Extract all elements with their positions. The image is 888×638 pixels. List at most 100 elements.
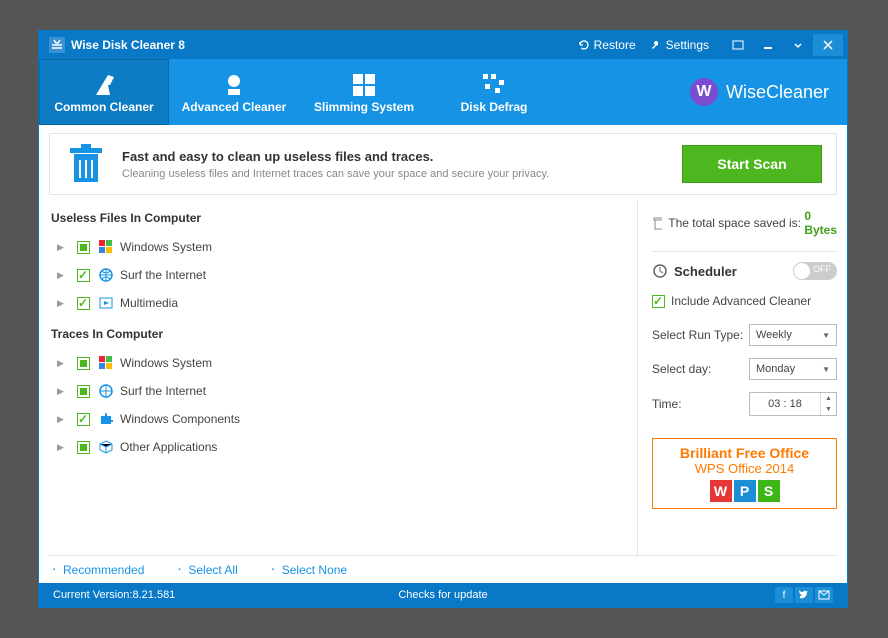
expand-toggle[interactable]: ▶ <box>57 270 67 281</box>
checkbox[interactable] <box>77 385 90 398</box>
checkbox[interactable] <box>77 441 90 454</box>
tab-label: Disk Defrag <box>461 100 528 114</box>
select-all-link[interactable]: Select All <box>188 563 237 577</box>
twitter-button[interactable] <box>795 587 813 603</box>
spin-down[interactable]: ▼ <box>821 404 836 415</box>
info-banner: Fast and easy to clean up useless files … <box>49 133 837 195</box>
include-advanced-label: Include Advanced Cleaner <box>671 294 811 308</box>
titlebar: Wise Disk Cleaner 8 Restore Settings <box>39 31 847 59</box>
skin-button[interactable] <box>723 34 753 56</box>
globe-icon <box>98 267 114 283</box>
side-panel: The total space saved is: 0 Bytes Schedu… <box>637 201 837 555</box>
menu-button[interactable] <box>783 34 813 56</box>
media-icon <box>98 295 114 311</box>
close-button[interactable] <box>813 34 843 56</box>
section-traces: Traces In Computer <box>51 327 627 341</box>
trash-small-icon <box>652 216 662 230</box>
windows-icon <box>98 239 114 255</box>
list-item: ▶ Windows System <box>49 233 627 261</box>
checkbox[interactable] <box>77 269 90 282</box>
restore-label: Restore <box>594 38 636 52</box>
globe-icon <box>98 383 114 399</box>
day-value: Monday <box>756 363 795 375</box>
day-select[interactable]: Monday▼ <box>749 358 837 380</box>
checkbox[interactable] <box>77 413 90 426</box>
status-bar: Current Version:8.21.581 Checks for upda… <box>39 583 847 607</box>
saved-value: 0 Bytes <box>804 209 837 237</box>
day-label: Select day: <box>652 362 749 376</box>
update-check-link[interactable]: Checks for update <box>398 589 487 601</box>
tab-common-cleaner[interactable]: Common Cleaner <box>39 59 169 125</box>
windows-icon <box>351 70 377 100</box>
wps-ad[interactable]: Brilliant Free Office WPS Office 2014 WP… <box>652 438 837 509</box>
wrench-icon <box>650 39 662 51</box>
windows-icon <box>98 355 114 371</box>
close-icon <box>823 40 833 50</box>
defrag-icon <box>481 70 507 100</box>
tab-label: Advanced Cleaner <box>182 100 287 114</box>
minimize-icon <box>762 40 774 50</box>
toggle-state: OFF <box>813 264 831 274</box>
time-spinner[interactable]: 03 : 18 ▲▼ <box>749 392 837 416</box>
mail-icon <box>818 590 830 600</box>
brand[interactable]: W WiseCleaner <box>690 59 847 125</box>
spin-up[interactable]: ▲ <box>821 393 836 404</box>
mail-button[interactable] <box>815 587 833 603</box>
advanced-icon <box>220 70 248 100</box>
selection-links: Recommended Select All Select None <box>49 555 837 583</box>
section-useless-files: Useless Files In Computer <box>51 211 627 225</box>
start-scan-button[interactable]: Start Scan <box>682 145 822 183</box>
list-item: ▶ Multimedia <box>49 289 627 317</box>
minimize-button[interactable] <box>753 34 783 56</box>
runtype-select[interactable]: Weekly ▼ <box>749 324 837 346</box>
saved-text: The total space saved is: <box>668 216 804 230</box>
time-label: Time: <box>652 397 749 411</box>
select-none-link[interactable]: Select None <box>282 563 347 577</box>
facebook-button[interactable]: f <box>775 587 793 603</box>
recommended-link[interactable]: Recommended <box>63 563 144 577</box>
scheduler-toggle[interactable]: OFF <box>793 262 837 280</box>
list-item: ▶ Surf the Internet <box>49 261 627 289</box>
trash-icon <box>64 142 108 186</box>
cube-icon <box>98 439 114 455</box>
brand-logo-icon: W <box>690 78 718 106</box>
categories-panel: Useless Files In Computer ▶ Windows Syst… <box>49 201 637 555</box>
puzzle-icon <box>98 411 114 427</box>
caret-down-icon <box>792 40 804 50</box>
expand-toggle[interactable]: ▶ <box>57 386 67 397</box>
wps-logo-icon: WPS <box>657 480 832 502</box>
settings-label: Settings <box>666 38 709 52</box>
checkbox[interactable] <box>77 297 90 310</box>
banner-headline: Fast and easy to clean up useless files … <box>122 149 549 164</box>
brand-label: WiseCleaner <box>726 82 829 103</box>
item-label: Surf the Internet <box>120 268 206 282</box>
expand-toggle[interactable]: ▶ <box>57 242 67 253</box>
expand-toggle[interactable]: ▶ <box>57 414 67 425</box>
list-item: ▶ Windows System <box>49 349 627 377</box>
expand-toggle[interactable]: ▶ <box>57 358 67 369</box>
expand-toggle[interactable]: ▶ <box>57 298 67 309</box>
tab-disk-defrag[interactable]: Disk Defrag <box>429 59 559 125</box>
restore-button[interactable]: Restore <box>578 38 636 52</box>
skin-icon <box>732 40 744 50</box>
include-advanced-checkbox[interactable] <box>652 295 665 308</box>
facebook-icon: f <box>783 590 786 601</box>
item-label: Other Applications <box>120 440 217 454</box>
ad-line1: Brilliant Free Office <box>657 445 832 461</box>
banner-subtext: Cleaning useless files and Internet trac… <box>122 168 549 180</box>
checkbox[interactable] <box>77 241 90 254</box>
space-saved: The total space saved is: 0 Bytes <box>652 209 837 237</box>
tab-label: Common Cleaner <box>54 100 153 114</box>
expand-toggle[interactable]: ▶ <box>57 442 67 453</box>
settings-button[interactable]: Settings <box>650 38 709 52</box>
caret-down-icon: ▼ <box>822 331 830 340</box>
version-label: Current Version:8.21.581 <box>53 589 175 601</box>
twitter-icon <box>799 590 809 600</box>
item-label: Multimedia <box>120 296 178 310</box>
runtype-label: Select Run Type: <box>652 328 749 342</box>
tab-advanced-cleaner[interactable]: Advanced Cleaner <box>169 59 299 125</box>
tab-slimming-system[interactable]: Slimming System <box>299 59 429 125</box>
item-label: Windows System <box>120 356 212 370</box>
checkbox[interactable] <box>77 357 90 370</box>
runtype-value: Weekly <box>756 329 792 341</box>
